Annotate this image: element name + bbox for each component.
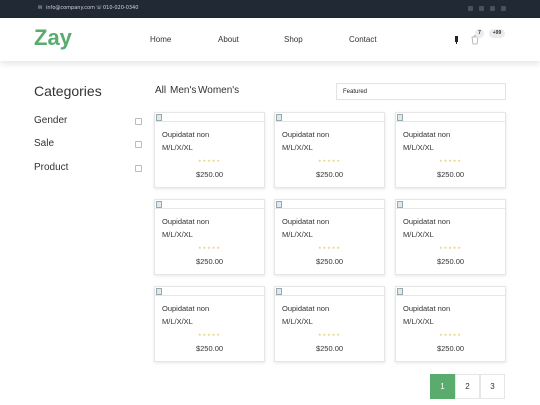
product-price: $250.00 [436, 170, 465, 179]
product-name[interactable]: Oupidatat non [403, 217, 450, 226]
linkedin-icon[interactable] [501, 6, 506, 11]
product-image[interactable] [275, 287, 384, 296]
product-card[interactable]: Oupidatat non M/L/X/XL ★★★★★ $250.00 [274, 286, 385, 362]
broken-image-icon [156, 288, 162, 295]
rating-stars: ★★★★★ [318, 332, 341, 337]
product-sizes: M/L/X/XL [162, 317, 193, 326]
broken-image-icon [276, 114, 282, 121]
page-2[interactable]: 2 [455, 374, 480, 399]
phone-icon: ☏ [96, 5, 103, 11]
email-icon: ✉ [38, 5, 43, 11]
product-card[interactable]: Oupidatat non M/L/X/XL ★★★★★ $250.00 [154, 112, 265, 188]
product-card[interactable]: Oupidatat non M/L/X/XL ★★★★★ $250.00 [274, 199, 385, 275]
user-count-badge: +99 [489, 29, 505, 38]
product-card[interactable]: Oupidatat non M/L/X/XL ★★★★★ $250.00 [154, 199, 265, 275]
product-sizes: M/L/X/XL [282, 230, 313, 239]
chevron-down-icon[interactable] [135, 141, 142, 148]
categories-title: Categories [34, 83, 102, 99]
rating-stars: ★★★★★ [318, 245, 341, 250]
product-sizes: M/L/X/XL [282, 317, 313, 326]
product-sizes: M/L/X/XL [162, 143, 193, 152]
product-price: $250.00 [195, 257, 224, 266]
broken-image-icon [276, 288, 282, 295]
product-price: $250.00 [315, 257, 344, 266]
product-price: $250.00 [315, 170, 344, 179]
rating-stars: ★★★★★ [198, 158, 221, 163]
product-sizes: M/L/X/XL [282, 143, 313, 152]
product-name[interactable]: Oupidatat non [162, 217, 209, 226]
product-name[interactable]: Oupidatat non [403, 304, 450, 313]
product-name[interactable]: Oupidatat non [282, 217, 329, 226]
rating-stars: ★★★★★ [439, 158, 462, 163]
category-product[interactable]: Product [34, 162, 68, 173]
main-navbar: Zay Home About Shop Contact 7 +99 [0, 18, 540, 61]
filter-mens[interactable]: Men's [170, 85, 196, 96]
broken-image-icon [397, 201, 403, 208]
chevron-down-icon[interactable] [135, 118, 142, 125]
broken-image-icon [156, 114, 162, 121]
product-card[interactable]: Oupidatat non M/L/X/XL ★★★★★ $250.00 [274, 112, 385, 188]
broken-image-icon [397, 288, 403, 295]
product-price: $250.00 [315, 344, 344, 353]
brand-logo[interactable]: Zay [34, 25, 72, 51]
rating-stars: ★★★★★ [198, 245, 221, 250]
product-name[interactable]: Oupidatat non [282, 304, 329, 313]
twitter-icon[interactable] [490, 6, 495, 11]
cart-count-badge: 7 [475, 29, 484, 38]
product-image[interactable] [396, 113, 505, 122]
product-price: $250.00 [436, 344, 465, 353]
top-contact-bar: ✉ info@company.com ☏ 010-020-0340 [0, 0, 540, 18]
nav-home[interactable]: Home [150, 35, 171, 44]
sort-select[interactable]: Featured [336, 83, 506, 100]
category-sale[interactable]: Sale [34, 138, 54, 149]
page-1[interactable]: 1 [430, 374, 455, 399]
filter-all[interactable]: All [155, 85, 166, 96]
product-image[interactable] [155, 200, 264, 209]
product-price: $250.00 [195, 344, 224, 353]
product-card[interactable]: Oupidatat non M/L/X/XL ★★★★★ $250.00 [154, 286, 265, 362]
product-image[interactable] [155, 287, 264, 296]
filter-womens[interactable]: Women's [198, 85, 239, 96]
broken-image-icon [397, 114, 403, 121]
product-price: $250.00 [195, 170, 224, 179]
product-card[interactable]: Oupidatat non M/L/X/XL ★★★★★ $250.00 [395, 286, 506, 362]
nav-shop[interactable]: Shop [284, 35, 303, 44]
nav-contact[interactable]: Contact [349, 35, 377, 44]
nav-about[interactable]: About [218, 35, 239, 44]
phone-link[interactable]: 010-020-0340 [103, 5, 138, 11]
product-name[interactable]: Oupidatat non [162, 130, 209, 139]
rating-stars: ★★★★★ [198, 332, 221, 337]
rating-stars: ★★★★★ [439, 245, 462, 250]
product-image[interactable] [275, 113, 384, 122]
search-icon[interactable] [452, 34, 461, 45]
broken-image-icon [276, 201, 282, 208]
product-name[interactable]: Oupidatat non [162, 304, 209, 313]
broken-image-icon [156, 201, 162, 208]
category-gender[interactable]: Gender [34, 115, 67, 126]
email-link[interactable]: info@company.com [46, 5, 95, 11]
product-sizes: M/L/X/XL [403, 230, 434, 239]
product-image[interactable] [155, 113, 264, 122]
product-card[interactable]: Oupidatat non M/L/X/XL ★★★★★ $250.00 [395, 199, 506, 275]
product-sizes: M/L/X/XL [162, 230, 193, 239]
product-image[interactable] [396, 200, 505, 209]
product-image[interactable] [396, 287, 505, 296]
rating-stars: ★★★★★ [439, 332, 462, 337]
product-name[interactable]: Oupidatat non [282, 130, 329, 139]
product-sizes: M/L/X/XL [403, 143, 434, 152]
product-image[interactable] [275, 200, 384, 209]
product-price: $250.00 [436, 257, 465, 266]
page-3[interactable]: 3 [480, 374, 505, 399]
product-name[interactable]: Oupidatat non [403, 130, 450, 139]
product-card[interactable]: Oupidatat non M/L/X/XL ★★★★★ $250.00 [395, 112, 506, 188]
product-sizes: M/L/X/XL [403, 317, 434, 326]
rating-stars: ★★★★★ [318, 158, 341, 163]
instagram-icon[interactable] [479, 6, 484, 11]
facebook-icon[interactable] [468, 6, 473, 11]
chevron-down-icon[interactable] [135, 165, 142, 172]
